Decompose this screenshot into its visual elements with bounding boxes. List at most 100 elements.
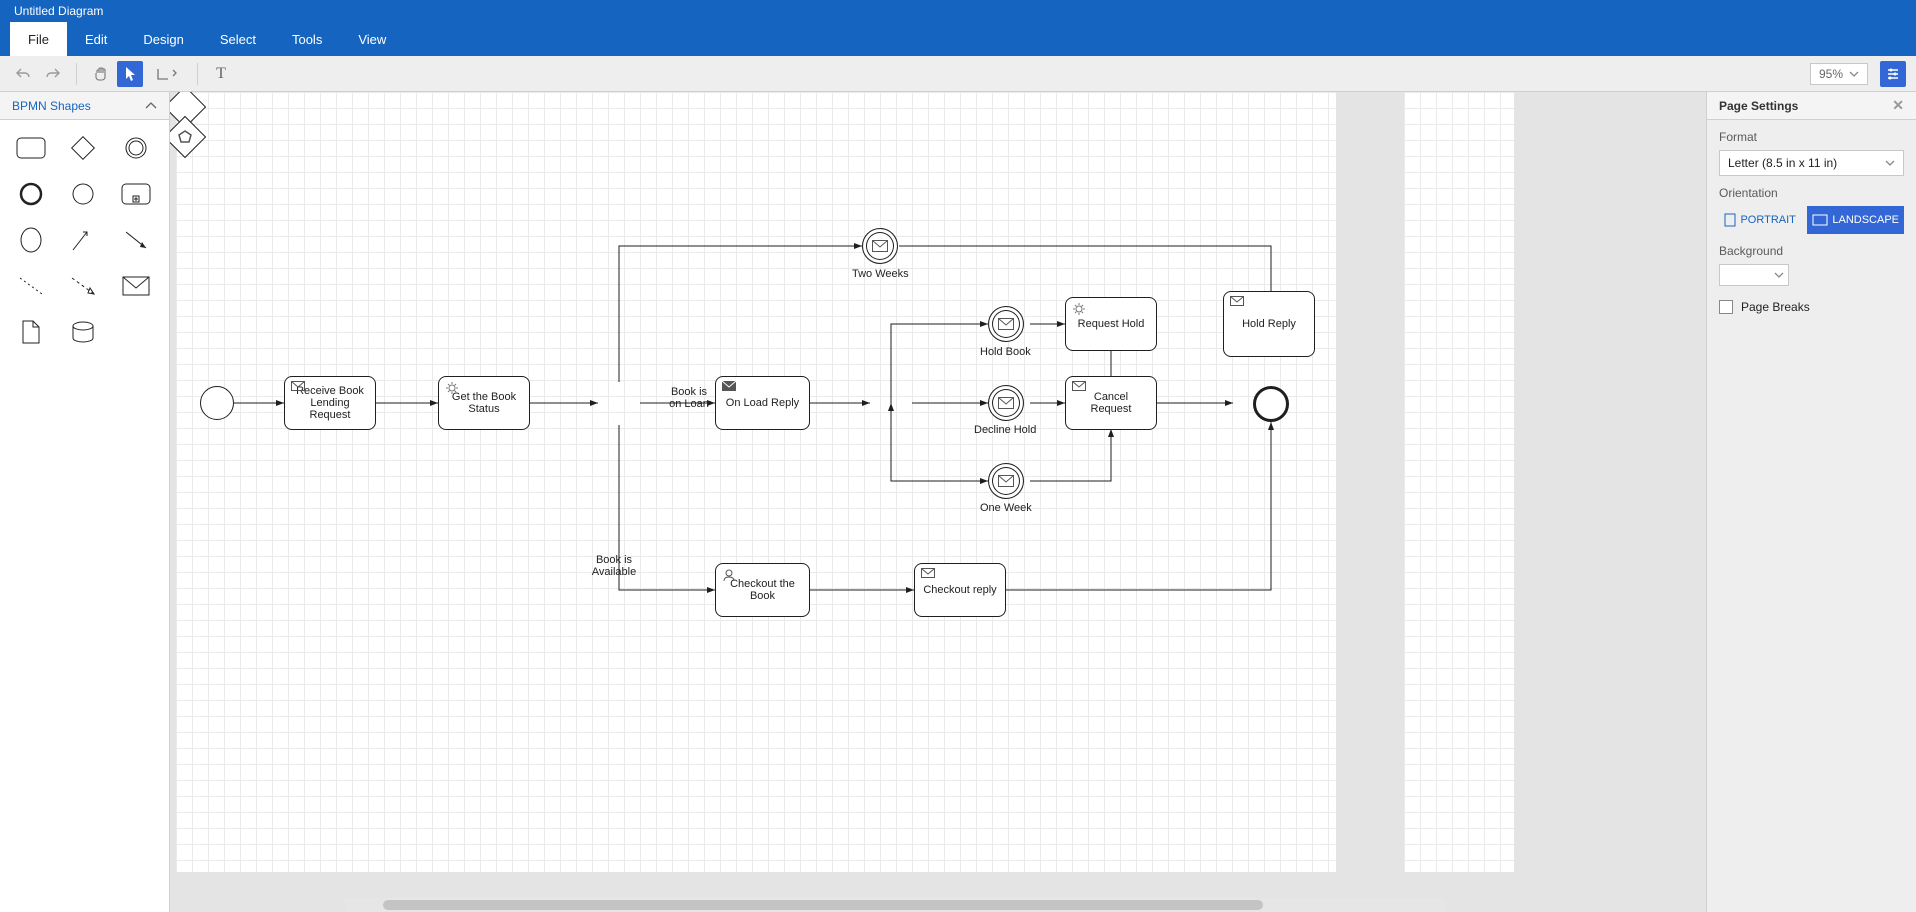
menu-design[interactable]: Design [125, 22, 201, 56]
menu-view[interactable]: View [340, 22, 404, 56]
start-event[interactable] [200, 386, 234, 420]
user-icon [722, 568, 736, 582]
shape-subprocess[interactable] [119, 180, 153, 208]
task-label: Hold Reply [1242, 318, 1296, 330]
document-title: Untitled Diagram [14, 4, 103, 18]
shape-sequence-flow[interactable] [119, 226, 153, 254]
shapes-panel: BPMN Shapes [0, 92, 170, 912]
page-landscape-icon [1812, 214, 1828, 226]
gear-icon [1072, 302, 1086, 316]
connector-tool[interactable] [147, 61, 187, 87]
redo-button[interactable] [40, 61, 66, 87]
shape-association[interactable] [66, 226, 100, 254]
chevron-down-icon [1885, 160, 1895, 166]
canvas[interactable]: Receive Book Lending Request Get the Boo… [170, 92, 1706, 912]
page-breaks-checkbox[interactable] [1719, 300, 1733, 314]
task-receive-request[interactable]: Receive Book Lending Request [284, 376, 376, 430]
shapes-panel-title: BPMN Shapes [12, 99, 91, 113]
panel-title: Page Settings [1719, 99, 1798, 113]
pan-tool[interactable] [87, 61, 113, 87]
end-event[interactable] [1253, 386, 1289, 422]
toolbar: T 95% [0, 56, 1916, 92]
task-hold-reply[interactable]: Hold Reply [1223, 291, 1315, 357]
event-label-hold-book: Hold Book [980, 346, 1031, 358]
page-portrait-icon [1724, 213, 1736, 227]
shape-message[interactable] [119, 272, 153, 300]
menu-select-label: Select [220, 32, 256, 47]
pointer-tool[interactable] [117, 61, 143, 87]
task-checkout-reply[interactable]: Checkout reply [914, 563, 1006, 617]
shape-datastore[interactable] [66, 318, 100, 346]
panel-toggle[interactable] [1880, 61, 1906, 87]
chevron-down-icon [1849, 71, 1859, 77]
shape-gateway[interactable] [66, 134, 100, 162]
task-label: Checkout reply [923, 584, 996, 596]
task-on-load-reply[interactable]: On Load Reply [715, 376, 810, 430]
edge-label-on-loan: Book ison Loan [664, 386, 714, 410]
menu-view-label: View [358, 32, 386, 47]
background-label: Background [1719, 244, 1904, 258]
undo-icon [15, 67, 31, 81]
redo-icon [45, 67, 61, 81]
shape-data-object[interactable] [14, 226, 48, 254]
format-value: Letter (8.5 in x 11 in) [1728, 156, 1837, 170]
edge-label-available: Book isAvailable [584, 554, 644, 578]
background-swatch[interactable] [1719, 264, 1789, 286]
menu-edit[interactable]: Edit [67, 22, 125, 56]
event-hold-book[interactable] [988, 306, 1024, 342]
gear-icon [445, 381, 459, 395]
page-settings-panel: Page Settings ✕ Format Letter (8.5 in x … [1706, 92, 1916, 912]
event-one-week[interactable] [988, 463, 1024, 499]
format-label: Format [1719, 130, 1904, 144]
task-label: Request Hold [1078, 318, 1145, 330]
pentagon-icon [176, 128, 194, 146]
text-tool[interactable]: T [208, 61, 234, 87]
envelope-filled-icon [722, 381, 736, 391]
task-label: On Load Reply [726, 397, 799, 409]
menubar: File Edit Design Select Tools View [0, 22, 1916, 56]
undo-button[interactable] [10, 61, 36, 87]
task-get-book-status[interactable]: Get the Book Status [438, 376, 530, 430]
zoom-display[interactable]: 95% [1810, 63, 1868, 85]
envelope-icon [872, 240, 888, 252]
envelope-icon [1230, 296, 1244, 306]
orientation-landscape[interactable]: LANDSCAPE [1807, 206, 1904, 234]
shape-intermediate-event[interactable] [119, 134, 153, 162]
orientation-portrait[interactable]: PORTRAIT [1719, 206, 1801, 234]
task-request-hold[interactable]: Request Hold [1065, 297, 1157, 351]
shapes-panel-header[interactable]: BPMN Shapes [0, 92, 169, 120]
menu-tools[interactable]: Tools [274, 22, 340, 56]
shape-message-flow[interactable] [66, 272, 100, 300]
menu-file[interactable]: File [10, 22, 67, 56]
shape-end-event[interactable] [14, 180, 48, 208]
task-cancel-request[interactable]: Cancel Request [1065, 376, 1157, 430]
envelope-icon [921, 568, 935, 578]
workspace: BPMN Shapes [0, 92, 1916, 912]
menu-tools-label: Tools [292, 32, 322, 47]
horizontal-scrollbar[interactable] [345, 898, 1445, 912]
shape-page[interactable] [14, 318, 48, 346]
orientation-label: Orientation [1719, 186, 1904, 200]
hand-icon [92, 66, 108, 82]
close-icon[interactable]: ✕ [1892, 97, 1904, 114]
envelope-icon [291, 381, 305, 391]
connectors [170, 92, 1520, 872]
pointer-icon [123, 66, 137, 82]
shape-start-event[interactable] [66, 180, 100, 208]
envelope-icon [998, 475, 1014, 487]
menu-select[interactable]: Select [202, 22, 274, 56]
connector-icon [156, 66, 178, 82]
event-decline-hold[interactable] [988, 385, 1024, 421]
chevron-up-icon [145, 102, 157, 110]
shape-dotted-line[interactable] [14, 272, 48, 300]
event-label-one-week: One Week [980, 502, 1032, 514]
task-checkout-book[interactable]: Checkout the Book [715, 563, 810, 617]
envelope-icon [998, 397, 1014, 409]
chevron-down-icon [1774, 272, 1784, 278]
event-two-weeks[interactable] [862, 228, 898, 264]
format-select[interactable]: Letter (8.5 in x 11 in) [1719, 150, 1904, 176]
envelope-icon [1072, 381, 1086, 391]
shape-task[interactable] [14, 134, 48, 162]
menu-design-label: Design [143, 32, 183, 47]
task-label: Cancel Request [1072, 391, 1150, 415]
